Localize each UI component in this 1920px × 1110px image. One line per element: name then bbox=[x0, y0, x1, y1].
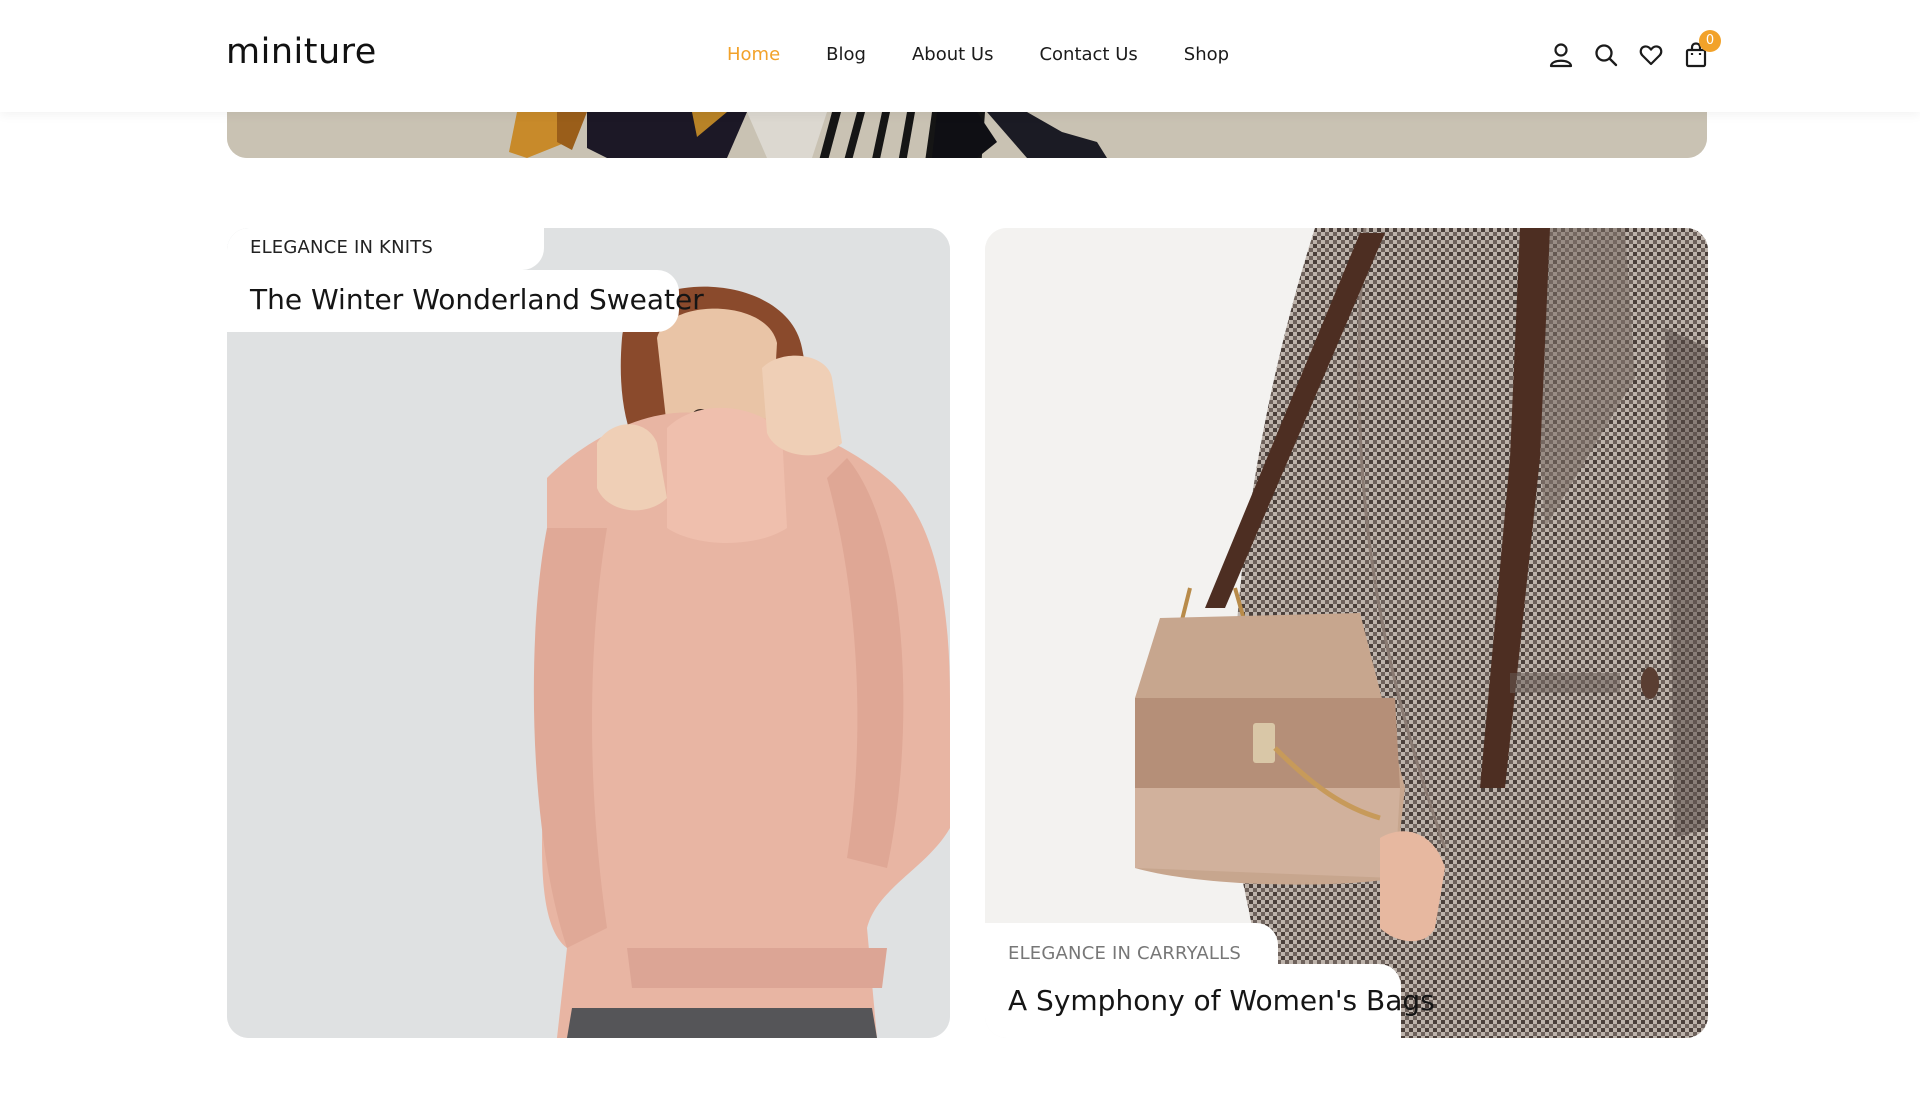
account-icon[interactable] bbox=[1548, 40, 1574, 70]
card-kicker: ELEGANCE IN CARRYALLS bbox=[1008, 943, 1241, 964]
hero-banner-image bbox=[227, 112, 1707, 158]
header-actions: 0 bbox=[1548, 30, 1721, 72]
site-logo[interactable]: miniture bbox=[226, 28, 377, 76]
blog-card-sweater[interactable]: ELEGANCE IN KNITS The Winter Wonderland … bbox=[227, 228, 950, 1038]
blog-card-bags[interactable]: ELEGANCE IN CARRYALLS A Symphony of Wome… bbox=[985, 228, 1708, 1038]
handbag-photo bbox=[985, 228, 1708, 1038]
nav-blog[interactable]: Blog bbox=[826, 40, 866, 70]
main-nav: Home Blog About Us Contact Us Shop bbox=[727, 40, 1229, 70]
nav-contact-us[interactable]: Contact Us bbox=[1039, 40, 1137, 70]
cart-count-badge: 0 bbox=[1699, 30, 1721, 52]
card-title[interactable]: The Winter Wonderland Sweater bbox=[250, 282, 704, 318]
site-header: miniture Home Blog About Us Contact Us S… bbox=[0, 0, 1920, 112]
heart-icon[interactable] bbox=[1638, 40, 1664, 70]
nav-shop[interactable]: Shop bbox=[1184, 40, 1229, 70]
nav-about-us[interactable]: About Us bbox=[912, 40, 994, 70]
card-title[interactable]: A Symphony of Women's Bags bbox=[1008, 983, 1435, 1019]
nav-home[interactable]: Home bbox=[727, 40, 780, 70]
sweater-photo bbox=[227, 228, 950, 1038]
card-kicker: ELEGANCE IN KNITS bbox=[250, 237, 434, 258]
search-icon[interactable] bbox=[1593, 40, 1619, 70]
bag-icon[interactable]: 0 bbox=[1683, 30, 1721, 70]
